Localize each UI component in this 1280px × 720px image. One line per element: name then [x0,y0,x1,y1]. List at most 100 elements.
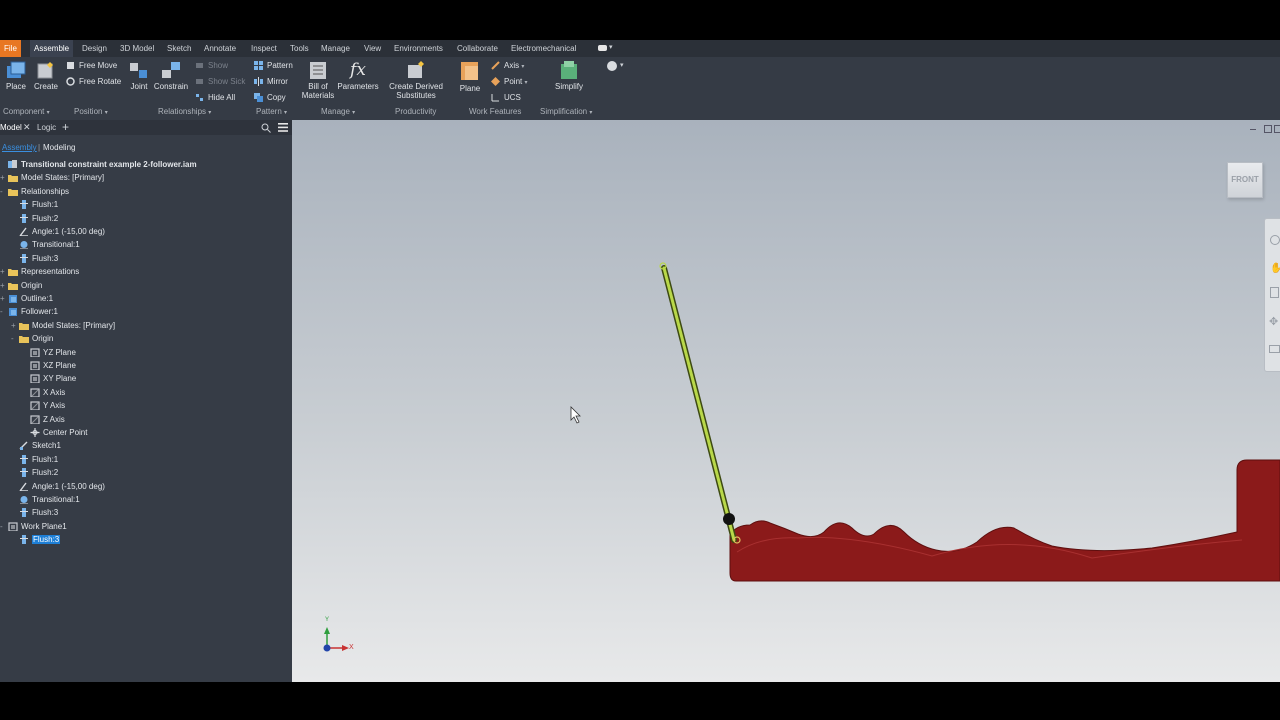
plane-button[interactable]: Plane [457,60,483,93]
tree-node[interactable]: + Representations [0,265,79,278]
tree-node[interactable]: Flush:3 [11,506,58,519]
pattern-button[interactable]: Pattern [254,59,293,73]
quick-access-icon[interactable] [607,61,617,71]
expand-toggle-icon[interactable]: + [0,279,8,292]
tree-node[interactable]: Y Axis [22,399,65,412]
tree-node-label: Relationships [21,187,70,196]
expand-toggle-icon[interactable]: + [11,319,19,332]
tree-node[interactable]: - Follower:1 [0,305,58,318]
expand-toggle-icon[interactable]: + [0,171,8,184]
subtab-assembly[interactable]: Assembly [2,143,37,152]
group-pattern[interactable]: Pattern ▾ [256,107,287,116]
tab-manage[interactable]: Manage [317,40,354,57]
expand-toggle-icon[interactable]: - [0,305,8,318]
point-button[interactable]: Point ▾ [491,75,527,89]
tree-node[interactable]: Sketch1 [11,439,61,452]
tree-node[interactable]: Angle:1 (-15,00 deg) [11,225,105,238]
bill-of-materials-button[interactable]: Bill of Materials [300,60,336,100]
show-sick-button[interactable]: Show Sick [195,75,245,89]
tree-node[interactable]: XZ Plane [22,359,76,372]
quick-access-caret-icon[interactable]: ▾ [620,61,624,69]
ucs-button[interactable]: UCS [491,91,521,105]
tab-electromechanical[interactable]: Electromechanical [507,40,580,57]
axis-button[interactable]: Axis ▾ [491,59,524,73]
tree-node[interactable]: + Model States: [Primary] [0,171,104,184]
tree-node[interactable]: Flush:3 [11,252,58,265]
tab-view[interactable]: View [360,40,385,57]
tab-3d-model[interactable]: 3D Model [116,40,158,57]
hide-all-button[interactable]: Hide All [195,91,235,105]
tree-node[interactable]: Transitional:1 [11,238,80,251]
group-position[interactable]: Position ▾ [74,107,108,116]
mirror-button[interactable]: Mirror [254,75,288,89]
menu-file[interactable]: File [0,40,21,57]
tree-node[interactable]: Transitional constraint example 2-follow… [0,158,197,171]
video-icon[interactable] [598,45,607,51]
joint-icon [130,63,147,78]
group-work-features: Work Features [469,107,522,116]
group-relationships[interactable]: Relationships ▾ [158,107,211,116]
subtab-modeling[interactable]: Modeling [43,143,75,152]
tab-logic[interactable]: Logic [37,123,56,132]
create-button[interactable]: Create [32,60,60,91]
tree-node[interactable]: Flush:1 [11,453,58,466]
copy-icon [254,93,263,103]
group-manage[interactable]: Manage ▾ [321,107,355,116]
group-component[interactable]: Component ▾ [3,107,50,116]
simplify-button[interactable]: Simplify [553,60,585,91]
tree-node[interactable]: + Model States: [Primary] [11,319,115,332]
tree-node[interactable]: - Origin [11,332,53,345]
tree-node[interactable]: Z Axis [22,413,65,426]
group-simplification[interactable]: Simplification ▾ [540,107,592,116]
search-icon[interactable] [261,123,271,133]
outline-part[interactable] [729,459,1280,582]
tree-node[interactable]: Center Point [22,426,87,439]
constrain-button[interactable]: Constrain [153,60,189,91]
expand-toggle-icon[interactable]: + [0,265,8,278]
tree-node[interactable]: Flush:3 [11,533,61,546]
show-button[interactable]: Show [195,59,228,73]
expand-toggle-icon[interactable]: - [11,332,19,345]
close-icon[interactable]: ✕ [23,122,31,133]
tree-node-label: Flush:3 [32,508,59,517]
dropdown-caret-icon[interactable]: ▾ [609,43,613,51]
tree-node-label: YZ Plane [43,348,76,357]
tab-sketch[interactable]: Sketch [163,40,195,57]
expand-toggle-icon[interactable]: - [0,520,8,533]
place-button[interactable]: Place [3,60,29,91]
tab-annotate[interactable]: Annotate [200,40,240,57]
follower-part[interactable] [662,266,736,542]
free-rotate-button[interactable]: Free Rotate [66,75,121,89]
tree-node[interactable]: - Relationships [0,185,69,198]
tab-assemble[interactable]: Assemble [30,40,74,57]
free-move-button[interactable]: Free Move [66,59,117,73]
tab-tools[interactable]: Tools [286,40,313,57]
tree-node[interactable]: Flush:2 [11,212,58,225]
tab-inspect[interactable]: Inspect [247,40,281,57]
tree-node[interactable]: - Work Plane1 [0,520,67,533]
flush-constraint-icon [20,508,28,518]
expand-toggle-icon[interactable]: + [0,292,8,305]
tree-node[interactable]: Flush:1 [11,198,58,211]
tree-node[interactable]: Angle:1 (-15,00 deg) [11,480,105,493]
tab-collaborate[interactable]: Collaborate [453,40,502,57]
graphics-viewport[interactable]: FRONT ✋ ✥ Y X [292,120,1280,682]
joint-button[interactable]: Joint [127,60,151,91]
tab-model[interactable]: Model [0,123,22,132]
copy-button[interactable]: Copy [254,91,286,105]
tree-node[interactable]: YZ Plane [22,346,76,359]
tree-node[interactable]: + Origin [0,279,42,292]
tab-design[interactable]: Design [78,40,111,57]
tree-node[interactable]: Flush:2 [11,466,58,479]
add-tab-icon[interactable]: + [62,120,69,134]
menu-icon[interactable] [278,123,288,132]
tree-node[interactable]: + Outline:1 [0,292,53,305]
tree-node[interactable]: X Axis [22,386,65,399]
parameters-button[interactable]: fx Parameters [337,60,379,91]
tab-environments[interactable]: Environments [390,40,447,57]
tree-node[interactable]: XY Plane [22,372,76,385]
simplify-icon [561,61,577,79]
create-derived-substitutes-button[interactable]: Create Derived Substitutes [387,60,445,100]
tree-node[interactable]: Transitional:1 [11,493,80,506]
expand-toggle-icon[interactable]: - [0,185,8,198]
